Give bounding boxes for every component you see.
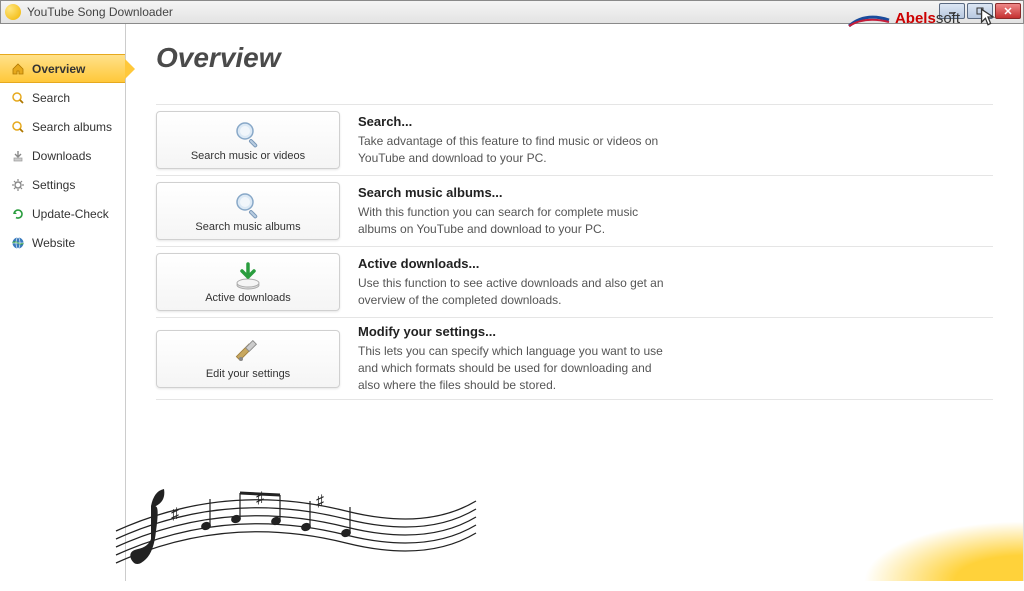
sidebar-item-update[interactable]: Update-Check (0, 199, 125, 228)
search-albums-button[interactable]: Search music albums (156, 182, 340, 240)
card-search-albums: Search music albums Search music albums.… (156, 175, 993, 246)
sidebar-item-label: Search (32, 91, 70, 105)
tools-icon (233, 337, 263, 367)
main-content: Overview Search music or videos Search..… (126, 24, 1024, 581)
svg-text:♯: ♯ (256, 490, 264, 507)
sidebar-item-downloads[interactable]: Downloads (0, 141, 125, 170)
magnifier-icon (233, 119, 263, 149)
card-settings: Edit your settings Modify your settings.… (156, 317, 993, 400)
card-button-label: Search music albums (195, 221, 300, 233)
download-icon (10, 148, 26, 164)
card-description: With this function you can search for co… (358, 204, 668, 238)
settings-button[interactable]: Edit your settings (156, 330, 340, 388)
cursor-icon (966, 8, 1010, 29)
accent-decoration (863, 521, 1023, 581)
home-icon (10, 61, 26, 77)
sidebar-item-label: Website (32, 236, 75, 250)
sidebar-item-website[interactable]: Website (0, 228, 125, 257)
sidebar: Overview Search Search albums Downloads … (0, 24, 126, 581)
card-description: Use this function to see active download… (358, 275, 668, 309)
sidebar-item-label: Downloads (32, 149, 91, 163)
card-title: Modify your settings... (358, 324, 993, 339)
card-title: Active downloads... (358, 256, 993, 271)
svg-text:♯: ♯ (171, 506, 179, 523)
search-icon (10, 90, 26, 106)
card-title: Search music albums... (358, 185, 993, 200)
sidebar-item-label: Overview (32, 62, 85, 76)
card-description: Take advantage of this feature to find m… (358, 133, 668, 167)
card-downloads: Active downloads Active downloads... Use… (156, 246, 993, 317)
svg-text:♯: ♯ (316, 493, 324, 510)
card-button-label: Edit your settings (206, 368, 290, 380)
card-button-label: Active downloads (205, 292, 291, 304)
window-title: YouTube Song Downloader (27, 5, 173, 19)
magnifier-icon (233, 190, 263, 220)
search-icon (10, 119, 26, 135)
sidebar-item-search[interactable]: Search (0, 83, 125, 112)
music-decoration: ♯ ♯ ♯ (106, 411, 486, 591)
card-button-label: Search music or videos (191, 150, 305, 162)
page-title: Overview (156, 42, 993, 74)
sidebar-item-search-albums[interactable]: Search albums (0, 112, 125, 141)
brand-swoosh-icon (847, 10, 891, 28)
refresh-icon (10, 206, 26, 222)
card-title: Search... (358, 114, 993, 129)
sidebar-item-label: Settings (32, 178, 75, 192)
card-description: This lets you can specify which language… (358, 343, 668, 393)
brand-name: Abelssoft (895, 10, 960, 27)
app-icon (5, 4, 21, 20)
sidebar-item-settings[interactable]: Settings (0, 170, 125, 199)
sidebar-item-label: Update-Check (32, 207, 109, 221)
brand-logo: Abelssoft (847, 8, 1010, 29)
card-search: Search music or videos Search... Take ad… (156, 104, 993, 175)
sidebar-item-label: Search albums (32, 120, 112, 134)
downloads-button[interactable]: Active downloads (156, 253, 340, 311)
gear-icon (10, 177, 26, 193)
sidebar-item-overview[interactable]: Overview (0, 54, 125, 83)
search-button[interactable]: Search music or videos (156, 111, 340, 169)
globe-icon (10, 235, 26, 251)
download-arrow-icon (233, 261, 263, 291)
